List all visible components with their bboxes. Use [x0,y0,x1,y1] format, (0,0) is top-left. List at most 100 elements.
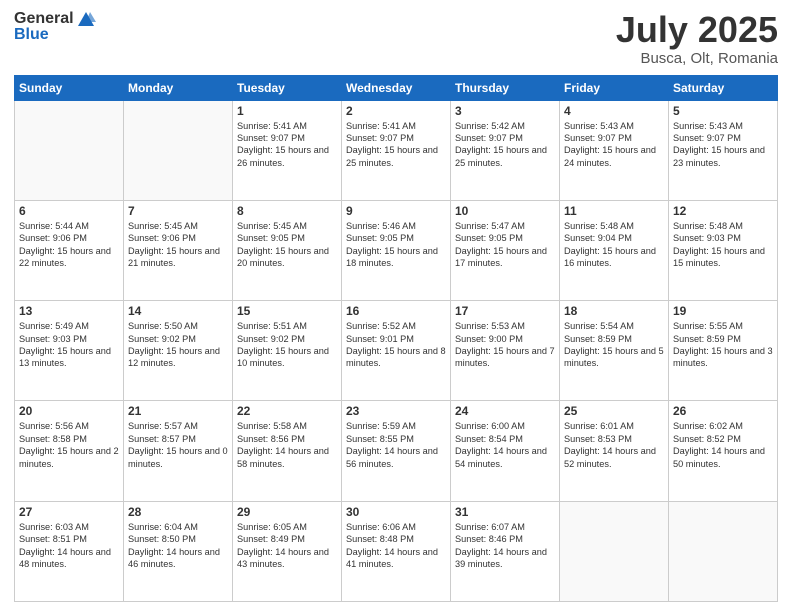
cell-info: Sunrise: 5:52 AM Sunset: 9:01 PM Dayligh… [346,320,446,370]
calendar-cell: 8 Sunrise: 5:45 AM Sunset: 9:05 PM Daylig… [233,200,342,300]
cell-info: Sunrise: 5:43 AM Sunset: 9:07 PM Dayligh… [673,120,773,170]
calendar-cell: 17 Sunrise: 5:53 AM Sunset: 9:00 PM Dayli… [451,301,560,401]
calendar-cell: 5 Sunrise: 5:43 AM Sunset: 9:07 PM Daylig… [669,100,778,200]
calendar-cell: 1 Sunrise: 5:41 AM Sunset: 9:07 PM Daylig… [233,100,342,200]
day-number: 5 [673,104,773,118]
calendar-cell: 6 Sunrise: 5:44 AM Sunset: 9:06 PM Daylig… [15,200,124,300]
cell-info: Sunrise: 5:48 AM Sunset: 9:03 PM Dayligh… [673,220,773,270]
cell-info: Sunrise: 6:00 AM Sunset: 8:54 PM Dayligh… [455,420,555,470]
day-number: 27 [19,505,119,519]
calendar-cell: 25 Sunrise: 6:01 AM Sunset: 8:53 PM Dayli… [560,401,669,501]
week-row-1: 1 Sunrise: 5:41 AM Sunset: 9:07 PM Daylig… [15,100,778,200]
day-number: 14 [128,304,228,318]
day-number: 17 [455,304,555,318]
calendar-cell: 19 Sunrise: 5:55 AM Sunset: 8:59 PM Dayli… [669,301,778,401]
header-friday: Friday [560,75,669,100]
calendar-cell [560,501,669,601]
cell-info: Sunrise: 5:53 AM Sunset: 9:00 PM Dayligh… [455,320,555,370]
day-number: 25 [564,404,664,418]
location-title: Busca, Olt, Romania [616,50,778,67]
day-number: 22 [237,404,337,418]
cell-info: Sunrise: 5:41 AM Sunset: 9:07 PM Dayligh… [237,120,337,170]
header-wednesday: Wednesday [342,75,451,100]
header-sunday: Sunday [15,75,124,100]
cell-info: Sunrise: 5:51 AM Sunset: 9:02 PM Dayligh… [237,320,337,370]
cell-info: Sunrise: 5:49 AM Sunset: 9:03 PM Dayligh… [19,320,119,370]
day-number: 4 [564,104,664,118]
day-number: 6 [19,204,119,218]
cell-info: Sunrise: 5:48 AM Sunset: 9:04 PM Dayligh… [564,220,664,270]
day-number: 15 [237,304,337,318]
day-number: 29 [237,505,337,519]
month-title: July 2025 [616,10,778,50]
week-row-2: 6 Sunrise: 5:44 AM Sunset: 9:06 PM Daylig… [15,200,778,300]
cell-info: Sunrise: 6:07 AM Sunset: 8:46 PM Dayligh… [455,521,555,571]
cell-info: Sunrise: 6:06 AM Sunset: 8:48 PM Dayligh… [346,521,446,571]
cell-info: Sunrise: 5:43 AM Sunset: 9:07 PM Dayligh… [564,120,664,170]
header-thursday: Thursday [451,75,560,100]
day-number: 21 [128,404,228,418]
header-tuesday: Tuesday [233,75,342,100]
cell-info: Sunrise: 5:50 AM Sunset: 9:02 PM Dayligh… [128,320,228,370]
week-row-3: 13 Sunrise: 5:49 AM Sunset: 9:03 PM Dayli… [15,301,778,401]
calendar-cell: 29Sunrise: 6:05 AM Sunset: 8:49 PM Dayli… [233,501,342,601]
calendar-cell: 27 Sunrise: 6:03 AM Sunset: 8:51 PM Dayli… [15,501,124,601]
calendar-cell: 15 Sunrise: 5:51 AM Sunset: 9:02 PM Dayli… [233,301,342,401]
calendar-cell: 2 Sunrise: 5:41 AM Sunset: 9:07 PM Daylig… [342,100,451,200]
day-number: 20 [19,404,119,418]
cell-info: Sunrise: 6:03 AM Sunset: 8:51 PM Dayligh… [19,521,119,571]
cell-info: Sunrise: 5:59 AM Sunset: 8:55 PM Dayligh… [346,420,446,470]
calendar-cell: 30 Sunrise: 6:06 AM Sunset: 8:48 PM Dayli… [342,501,451,601]
calendar-cell [669,501,778,601]
calendar-cell: 26Sunrise: 6:02 AM Sunset: 8:52 PM Dayli… [669,401,778,501]
day-number: 16 [346,304,446,318]
day-number: 3 [455,104,555,118]
calendar-cell: 18 Sunrise: 5:54 AM Sunset: 8:59 PM Dayli… [560,301,669,401]
day-number: 30 [346,505,446,519]
day-number: 28 [128,505,228,519]
cell-info: Sunrise: 5:41 AM Sunset: 9:07 PM Dayligh… [346,120,446,170]
day-number: 9 [346,204,446,218]
day-number: 13 [19,304,119,318]
calendar-cell: 12 Sunrise: 5:48 AM Sunset: 9:03 PM Dayli… [669,200,778,300]
cell-info: Sunrise: 5:55 AM Sunset: 8:59 PM Dayligh… [673,320,773,370]
calendar-container: General Blue July 2025 Busca, Olt, Roman… [0,0,792,612]
cell-info: Sunrise: 5:58 AM Sunset: 8:56 PM Dayligh… [237,420,337,470]
calendar-cell: 3Sunrise: 5:42 AM Sunset: 9:07 PM Daylig… [451,100,560,200]
cell-info: Sunrise: 5:56 AM Sunset: 8:58 PM Dayligh… [19,420,119,470]
calendar-cell [124,100,233,200]
day-number: 23 [346,404,446,418]
day-number: 8 [237,204,337,218]
calendar-cell: 14 Sunrise: 5:50 AM Sunset: 9:02 PM Dayli… [124,301,233,401]
calendar-cell: 11 Sunrise: 5:48 AM Sunset: 9:04 PM Dayli… [560,200,669,300]
day-number: 2 [346,104,446,118]
day-number: 19 [673,304,773,318]
cell-info: Sunrise: 5:57 AM Sunset: 8:57 PM Dayligh… [128,420,228,470]
cell-info: Sunrise: 5:44 AM Sunset: 9:06 PM Dayligh… [19,220,119,270]
calendar-cell: 28Sunrise: 6:04 AM Sunset: 8:50 PM Dayli… [124,501,233,601]
calendar-cell: 16 Sunrise: 5:52 AM Sunset: 9:01 PM Dayli… [342,301,451,401]
day-number: 10 [455,204,555,218]
day-number: 7 [128,204,228,218]
cell-info: Sunrise: 5:45 AM Sunset: 9:05 PM Dayligh… [237,220,337,270]
weekday-header-row: Sunday Monday Tuesday Wednesday Thursday… [15,75,778,100]
calendar-cell: 7 Sunrise: 5:45 AM Sunset: 9:06 PM Daylig… [124,200,233,300]
title-section: July 2025 Busca, Olt, Romania [616,10,778,67]
calendar-cell: 9Sunrise: 5:46 AM Sunset: 9:05 PM Daylig… [342,200,451,300]
cell-info: Sunrise: 6:01 AM Sunset: 8:53 PM Dayligh… [564,420,664,470]
calendar-cell [15,100,124,200]
calendar-cell: 22 Sunrise: 5:58 AM Sunset: 8:56 PM Dayli… [233,401,342,501]
day-number: 18 [564,304,664,318]
calendar-cell: 13 Sunrise: 5:49 AM Sunset: 9:03 PM Dayli… [15,301,124,401]
day-number: 1 [237,104,337,118]
cell-info: Sunrise: 6:02 AM Sunset: 8:52 PM Dayligh… [673,420,773,470]
day-number: 11 [564,204,664,218]
cell-info: Sunrise: 5:54 AM Sunset: 8:59 PM Dayligh… [564,320,664,370]
day-number: 12 [673,204,773,218]
calendar-cell: 23 Sunrise: 5:59 AM Sunset: 8:55 PM Dayli… [342,401,451,501]
week-row-4: 20 Sunrise: 5:56 AM Sunset: 8:58 PM Dayli… [15,401,778,501]
cell-info: Sunrise: 5:45 AM Sunset: 9:06 PM Dayligh… [128,220,228,270]
calendar-cell: 20 Sunrise: 5:56 AM Sunset: 8:58 PM Dayli… [15,401,124,501]
week-row-5: 27 Sunrise: 6:03 AM Sunset: 8:51 PM Dayli… [15,501,778,601]
day-number: 24 [455,404,555,418]
